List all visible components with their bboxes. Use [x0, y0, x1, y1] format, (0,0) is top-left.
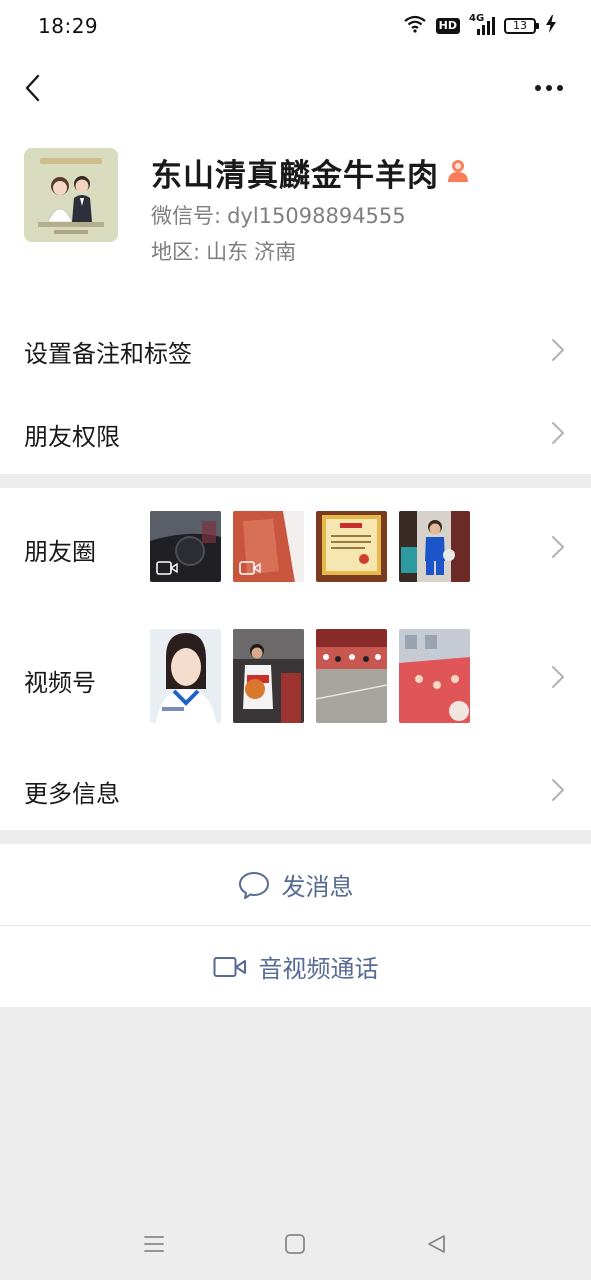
- channels-cell[interactable]: 视频号: [0, 605, 591, 748]
- region-label: 地区:: [151, 240, 201, 264]
- chevron-right-icon: [552, 422, 564, 444]
- nickname: 东山清真麟金牛羊肉: [151, 158, 439, 194]
- channels-video: [316, 629, 387, 723]
- contact-profile-screen: 18:29 HD 4G 13 东山清真麟金牛羊肉 微信号: dyl1509889…: [0, 0, 591, 1280]
- nav-bar: [0, 52, 591, 124]
- battery-icon: 13: [504, 18, 539, 34]
- channels-label: 视频号: [24, 669, 96, 697]
- back-button[interactable]: [16, 70, 48, 106]
- triangle-back-icon: [428, 1235, 445, 1253]
- moments-photo: [150, 511, 221, 582]
- chevron-right-icon: [552, 666, 564, 688]
- friend-permissions-label: 朋友权限: [24, 423, 120, 451]
- profile-header: 东山清真麟金牛羊肉 微信号: dyl15098894555 地区: 山东 济南: [0, 124, 591, 308]
- status-time: 18:29: [38, 14, 99, 38]
- settings-group: 设置备注和标签 朋友权限: [0, 308, 591, 474]
- moments-photo: [316, 511, 387, 582]
- moments-label: 朋友圈: [24, 538, 96, 566]
- channels-video: [399, 629, 470, 723]
- video-camera-icon: [213, 956, 246, 977]
- video-icon: [239, 561, 261, 575]
- status-icons: HD 4G 13: [403, 13, 557, 37]
- region-city: 济南: [254, 240, 297, 264]
- wechat-id-row: 微信号: dyl15098894555: [151, 200, 412, 230]
- chevron-right-icon: [552, 339, 564, 361]
- avatar[interactable]: [24, 148, 118, 242]
- person-icon: [447, 159, 469, 187]
- wifi-icon: [403, 15, 427, 37]
- voice-video-call-label: 音视频通话: [258, 955, 379, 983]
- home-button[interactable]: [281, 1230, 309, 1258]
- chevron-left-icon: [25, 74, 40, 102]
- channels-thumbnails: [150, 629, 470, 723]
- chevron-right-icon: [552, 779, 564, 801]
- more-dots-icon: [535, 85, 563, 91]
- send-message-label: 发消息: [281, 873, 354, 901]
- remarks-tags-label: 设置备注和标签: [24, 340, 192, 368]
- send-message-button[interactable]: 发消息: [0, 844, 591, 925]
- status-bar: 18:29 HD 4G 13: [0, 0, 591, 52]
- wechat-id[interactable]: dyl15098894555: [227, 204, 406, 228]
- more-info-label: 更多信息: [24, 780, 120, 808]
- signal-icon: 4G: [469, 13, 495, 36]
- channels-video: [150, 629, 221, 723]
- chevron-right-icon: [552, 536, 564, 558]
- remarks-tags-cell[interactable]: 设置备注和标签: [0, 308, 591, 391]
- channels-video: [233, 629, 304, 723]
- system-nav-bar: [0, 1208, 591, 1280]
- video-icon: [156, 561, 178, 575]
- menu-lines-icon: [144, 1236, 164, 1252]
- friend-permissions-cell[interactable]: 朋友权限: [0, 391, 591, 474]
- back-nav-button[interactable]: [422, 1230, 450, 1258]
- hd-icon: HD: [435, 18, 460, 34]
- region-row: 地区: 山东 济南: [151, 236, 302, 266]
- square-home-icon: [285, 1234, 305, 1254]
- moments-photo: [399, 511, 470, 582]
- more-options-button[interactable]: [531, 74, 567, 102]
- nickname-row: 东山清真麟金牛羊肉: [151, 150, 469, 195]
- charging-icon: [545, 15, 557, 37]
- more-info-cell[interactable]: 更多信息: [0, 748, 591, 830]
- wechat-id-label: 微信号:: [151, 204, 222, 228]
- region-province: 山东: [206, 240, 249, 264]
- moments-photo: [233, 511, 304, 582]
- voice-video-call-button[interactable]: 音视频通话: [0, 926, 591, 1007]
- chat-bubble-icon: [238, 871, 269, 899]
- moments-cell[interactable]: 朋友圈: [0, 488, 591, 605]
- moments-thumbnails: [150, 511, 470, 582]
- menu-button[interactable]: [140, 1230, 168, 1258]
- content-group: 朋友圈 视频号 更多信息: [0, 488, 591, 830]
